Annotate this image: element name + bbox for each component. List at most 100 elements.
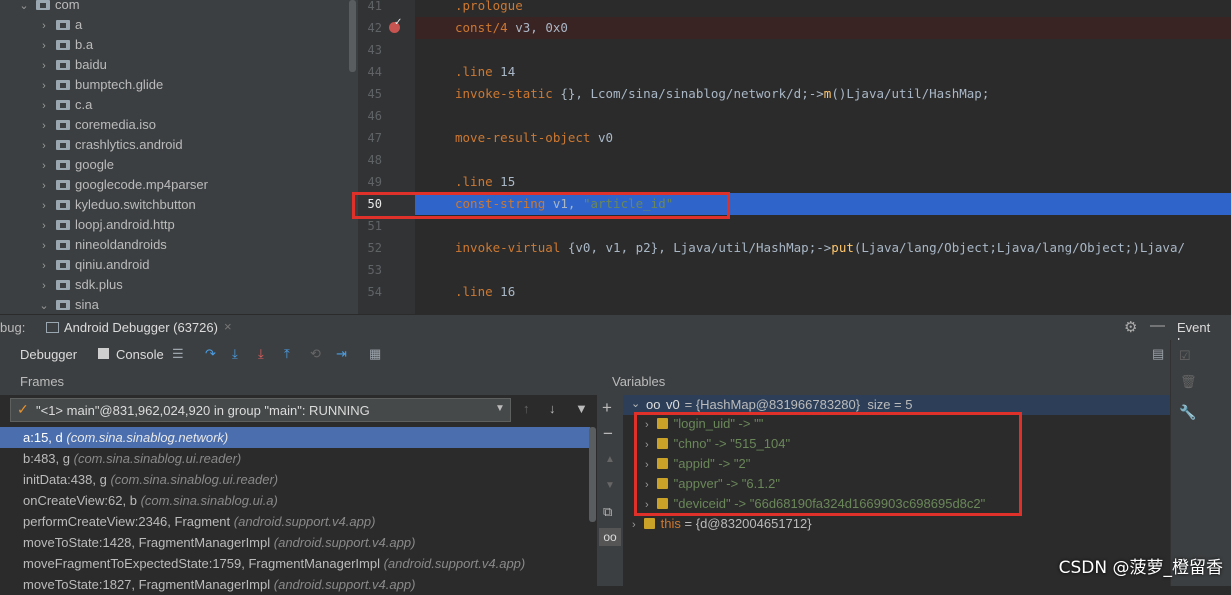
tab-console[interactable]: Console xyxy=(116,347,164,362)
frame-row[interactable]: onCreateView:62, b (com.sina.sinablog.ui… xyxy=(0,490,590,511)
close-icon[interactable]: × xyxy=(224,319,232,334)
remove-watch-icon[interactable]: − xyxy=(603,424,613,444)
code-line[interactable]: invoke-static {}, Lcom/sina/sinablog/net… xyxy=(455,83,989,105)
chevron-right-icon[interactable]: › xyxy=(38,256,50,276)
move-down-icon[interactable]: ▼ xyxy=(605,480,615,491)
chevron-right-icon[interactable]: › xyxy=(38,236,50,256)
tree-item[interactable]: › nineoldandroids xyxy=(0,235,167,255)
tree-item-label: sina xyxy=(75,297,99,312)
frame-row[interactable]: moveFragmentToExpectedState:1759, Fragme… xyxy=(0,553,590,574)
tree-item-label: google xyxy=(75,157,115,172)
tree-item[interactable]: › b.a xyxy=(0,35,93,55)
chevron-right-icon[interactable]: › xyxy=(38,156,50,176)
frame-package: (com.sina.sinablog.network) xyxy=(66,430,229,445)
code-line[interactable]: .prologue xyxy=(455,0,523,17)
tree-item[interactable]: › crashlytics.android xyxy=(0,135,183,155)
frame-row[interactable]: moveToState:1428, FragmentManagerImpl (a… xyxy=(0,532,590,553)
code-line[interactable]: const/4 v3, 0x0 xyxy=(455,17,568,39)
variable-name: v0 xyxy=(666,397,680,412)
chevron-down-icon[interactable]: ⌄ xyxy=(18,0,30,16)
chevron-right-icon[interactable]: › xyxy=(38,116,50,136)
chevron-right-icon[interactable]: › xyxy=(38,276,50,296)
force-step-into-icon[interactable]: ⤓ xyxy=(258,340,264,368)
tree-item[interactable]: › sdk.plus xyxy=(0,275,123,295)
chevron-right-icon[interactable]: › xyxy=(38,16,50,36)
chevron-right-icon[interactable]: › xyxy=(38,216,50,236)
chevron-right-icon[interactable]: › xyxy=(38,56,50,76)
add-watch-icon[interactable]: + xyxy=(602,398,612,418)
code-editor[interactable] xyxy=(415,0,1231,314)
chevron-right-icon[interactable]: › xyxy=(632,519,636,531)
console-icon xyxy=(98,348,109,359)
frame-down-icon[interactable]: ↓ xyxy=(549,401,556,416)
minimize-icon[interactable]: — xyxy=(1150,317,1165,334)
code-line[interactable]: move-result-object v0 xyxy=(455,127,613,149)
frame-up-icon[interactable]: ↑ xyxy=(523,401,530,416)
code-line[interactable]: invoke-virtual {v0, v1, p2}, Ljava/util/… xyxy=(455,237,1185,259)
filter-icon[interactable]: ▼ xyxy=(575,401,588,416)
frame-method: moveToState:1827, FragmentManagerImpl xyxy=(23,577,271,592)
tree-item[interactable]: › c.a xyxy=(0,95,92,115)
tree-item[interactable]: › qiniu.android xyxy=(0,255,149,275)
code-line[interactable]: .line 15 xyxy=(455,171,515,193)
android-debugger-icon xyxy=(46,322,59,333)
step-out-icon[interactable]: ⤒ xyxy=(284,340,290,368)
chevron-right-icon[interactable]: › xyxy=(38,76,50,96)
annotation-box-variables xyxy=(634,412,1022,516)
code-line[interactable]: .line 14 xyxy=(455,61,515,83)
frames-scrollbar[interactable] xyxy=(589,427,596,522)
folder-icon xyxy=(56,260,70,270)
tree-item[interactable]: › loopj.android.http xyxy=(0,215,175,235)
tree-item[interactable]: ⌄ com xyxy=(0,0,80,15)
copy-icon[interactable]: ⧉ xyxy=(603,504,612,520)
chevron-right-icon[interactable]: › xyxy=(38,176,50,196)
layout-icon[interactable]: ▤ xyxy=(1152,340,1164,368)
code-line[interactable]: .line 16 xyxy=(455,281,515,303)
this-value: = {d@832004651712} xyxy=(680,516,812,531)
tree-item[interactable]: › googlecode.mp4parser xyxy=(0,175,208,195)
trash-icon[interactable]: 🗑 xyxy=(1180,374,1197,390)
tree-item[interactable]: › a xyxy=(0,15,82,35)
drop-frame-icon[interactable]: ⟲ xyxy=(310,340,321,368)
tree-scrollbar[interactable] xyxy=(349,0,356,72)
step-over-icon[interactable]: ↷ xyxy=(205,340,216,368)
frame-row[interactable]: performCreateView:2346, Fragment (androi… xyxy=(0,511,590,532)
thread-select[interactable]: ✓ "<1> main"@831,962,024,920 in group "m… xyxy=(10,398,511,422)
move-up-icon[interactable]: ▲ xyxy=(605,454,615,465)
tab-android-debugger[interactable]: Android Debugger (63726) xyxy=(64,320,218,335)
frame-row[interactable]: initData:438, g (com.sina.sinablog.ui.re… xyxy=(0,469,590,490)
folder-icon xyxy=(56,60,70,70)
right-tool-strip: ☑ 🗑 🔧 xyxy=(1170,340,1231,586)
frame-row[interactable]: b:483, g (com.sina.sinablog.ui.reader) xyxy=(0,448,590,469)
folder-icon xyxy=(56,280,70,290)
wrench-icon[interactable]: 🔧 xyxy=(1179,404,1196,421)
step-into-icon[interactable]: ⤓ xyxy=(232,340,238,368)
frame-row[interactable]: a:15, d (com.sina.sinablog.network) xyxy=(0,427,590,448)
chevron-right-icon[interactable]: › xyxy=(38,136,50,156)
tree-item[interactable]: › baidu xyxy=(0,55,107,75)
tree-item-label: nineoldandroids xyxy=(75,237,167,252)
tree-item[interactable]: › kyleduo.switchbutton xyxy=(0,195,196,215)
watches-icon[interactable]: oo xyxy=(599,528,621,546)
chevron-down-icon[interactable]: ⌄ xyxy=(631,397,640,410)
frame-row[interactable]: moveToState:1827, FragmentManagerImpl (a… xyxy=(0,574,590,595)
chevron-down-icon[interactable]: ⌄ xyxy=(38,296,50,314)
folder-icon xyxy=(56,220,70,230)
tree-item[interactable]: › google xyxy=(0,155,114,175)
menu-icon[interactable]: ☰ xyxy=(172,340,184,368)
evaluate-icon[interactable]: ▦ xyxy=(369,340,381,368)
chevron-right-icon[interactable]: › xyxy=(38,196,50,216)
run-to-cursor-icon[interactable]: ⇥ xyxy=(336,340,347,368)
tree-item-label: c.a xyxy=(75,97,93,112)
gear-icon[interactable]: ⚙ xyxy=(1124,318,1137,336)
chevron-right-icon[interactable]: › xyxy=(38,96,50,116)
check-icon[interactable]: ☑ xyxy=(1179,348,1191,364)
tree-item-label: coremedia.iso xyxy=(75,117,156,132)
line-number: 53 xyxy=(367,263,382,277)
tab-debugger[interactable]: Debugger xyxy=(20,347,77,362)
tree-item[interactable]: › coremedia.iso xyxy=(0,115,156,135)
tree-item[interactable]: › bumptech.glide xyxy=(0,75,163,95)
chevron-right-icon[interactable]: › xyxy=(38,36,50,56)
variable-this-row[interactable]: › this = {d@832004651712} xyxy=(623,514,1170,534)
tree-item[interactable]: ⌄ sina xyxy=(0,295,99,314)
